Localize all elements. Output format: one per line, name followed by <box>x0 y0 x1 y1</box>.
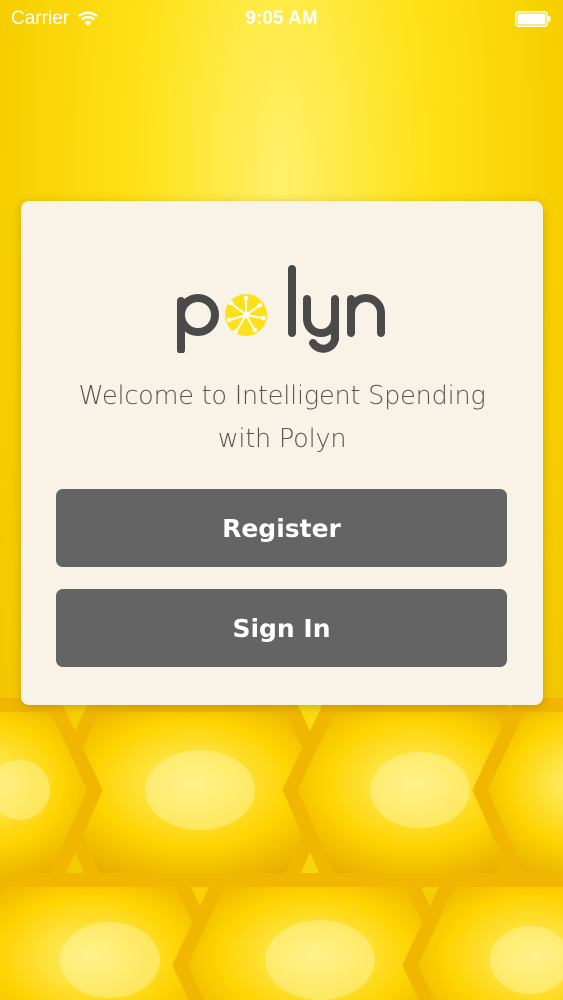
pollen-icon <box>225 294 267 336</box>
status-time: 9:05 AM <box>245 8 318 29</box>
sign-in-button[interactable]: Sign In <box>56 589 507 667</box>
welcome-message: Welcome to Intelligent Spending with Pol… <box>41 375 523 461</box>
welcome-line-1: Welcome to Intelligent Spending <box>78 381 486 411</box>
status-bar: Carrier 9:05 AM <box>0 0 563 40</box>
welcome-line-2: with Polyn <box>217 424 347 454</box>
register-button[interactable]: Register <box>56 489 507 567</box>
welcome-card: polyn <box>21 201 543 705</box>
battery-icon <box>515 11 551 27</box>
polyn-logo: polyn <box>177 265 385 353</box>
